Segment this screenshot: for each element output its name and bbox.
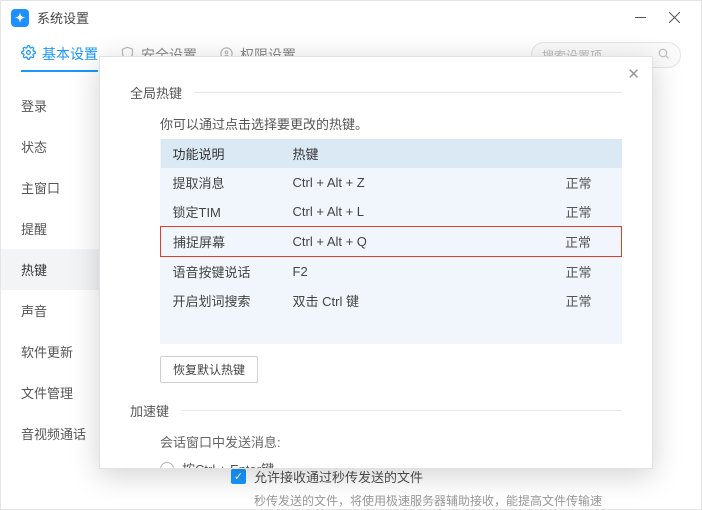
- status-cell: 正常: [532, 286, 622, 344]
- table-row[interactable]: 语音按键说话 F2 正常: [161, 257, 622, 287]
- col-function: 功能说明: [161, 139, 281, 168]
- func-cell: 提取消息: [161, 168, 281, 197]
- hotkey-dialog: ✕ 全局热键 你可以通过点击选择要更改的热键。 功能说明 热键 提取消息 Ctr…: [99, 56, 653, 469]
- status-cell: 正常: [532, 257, 622, 287]
- app-logo-icon: ✦: [11, 9, 29, 27]
- table-row[interactable]: 开启划词搜索 双击 Ctrl 键 正常: [161, 286, 622, 344]
- sidebar-item-remind[interactable]: 提醒: [1, 208, 106, 249]
- section-global-hotkey: 全局热键: [130, 83, 622, 102]
- section-title: 全局热键: [130, 83, 182, 102]
- titlebar: ✦ 系统设置: [1, 1, 701, 35]
- restore-default-button[interactable]: 恢复默认热键: [160, 356, 258, 383]
- table-row[interactable]: 锁定TIM Ctrl + Alt + L 正常: [161, 197, 622, 227]
- sidebar-item-sound[interactable]: 声音: [1, 290, 106, 331]
- key-cell: Ctrl + Alt + Z: [281, 168, 532, 197]
- func-cell: 捕捉屏幕: [161, 227, 281, 257]
- checkbox-label: 允许接收通过秒传发送的文件: [254, 467, 423, 486]
- sidebar-item-main-window[interactable]: 主窗口: [1, 167, 106, 208]
- search-icon: [657, 47, 670, 63]
- status-cell: 正常: [532, 197, 622, 227]
- table-row[interactable]: 提取消息 Ctrl + Alt + Z 正常: [161, 168, 622, 197]
- func-cell: 语音按键说话: [161, 257, 281, 287]
- key-cell: 双击 Ctrl 键: [281, 286, 532, 344]
- tab-basic-settings[interactable]: 基本设置: [21, 38, 98, 72]
- func-cell: 开启划词搜索: [161, 286, 281, 344]
- hotkey-hint: 你可以通过点击选择要更改的热键。: [160, 114, 622, 133]
- status-cell: 正常: [532, 227, 622, 257]
- sidebar-item-software-update[interactable]: 软件更新: [1, 331, 106, 372]
- func-cell: 锁定TIM: [161, 197, 281, 227]
- radio-ctrl-enter[interactable]: 按Ctrl + Enter键: [130, 459, 622, 469]
- section-title: 加速键: [130, 401, 169, 420]
- sidebar-item-hotkey[interactable]: 热键: [1, 249, 106, 290]
- key-cell: F2: [281, 257, 532, 287]
- sidebar: 登录 状态 主窗口 提醒 热键 声音 软件更新 文件管理 音视频通话: [1, 75, 106, 509]
- sidebar-item-av-call[interactable]: 音视频通话: [1, 413, 106, 454]
- table-header-row: 功能说明 热键: [161, 139, 622, 168]
- subtext: 秒传发送的文件，将使用极速服务器辅助接收，能提高文件传输速: [254, 492, 602, 509]
- radio-label: 按Ctrl + Enter键: [182, 459, 274, 469]
- sidebar-item-status[interactable]: 状态: [1, 126, 106, 167]
- hotkey-table: 功能说明 热键 提取消息 Ctrl + Alt + Z 正常 锁定TIM Ctr…: [160, 139, 622, 344]
- sidebar-item-file-management[interactable]: 文件管理: [1, 372, 106, 413]
- table-row-highlighted[interactable]: 捕捉屏幕 Ctrl + Alt + Q 正常: [161, 227, 622, 257]
- window-title: 系统设置: [37, 8, 89, 27]
- accel-label: 会话窗口中发送消息:: [130, 432, 622, 451]
- key-cell: Ctrl + Alt + Q: [281, 227, 532, 257]
- minimize-button[interactable]: [623, 3, 657, 33]
- radio-icon: [160, 462, 174, 470]
- close-button[interactable]: [657, 3, 691, 33]
- sidebar-item-login[interactable]: 登录: [1, 85, 106, 126]
- status-cell: 正常: [532, 168, 622, 197]
- col-hotkey: 热键: [281, 139, 532, 168]
- dialog-close-button[interactable]: ✕: [627, 65, 640, 83]
- checkbox-icon[interactable]: ✓: [231, 469, 246, 484]
- tab-label: 基本设置: [42, 44, 98, 64]
- section-accelerator: 加速键: [130, 401, 622, 420]
- gear-icon: [21, 45, 36, 63]
- key-cell: Ctrl + Alt + L: [281, 197, 532, 227]
